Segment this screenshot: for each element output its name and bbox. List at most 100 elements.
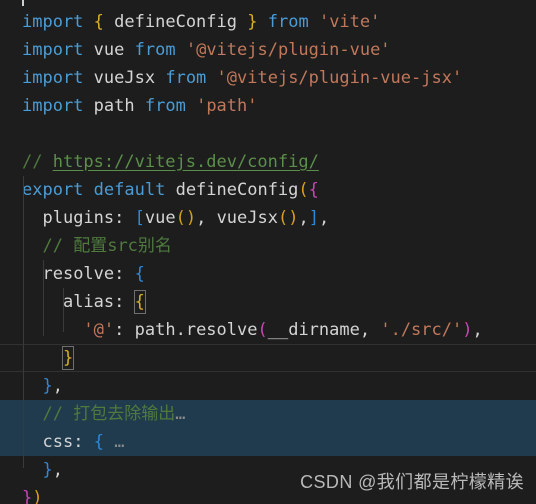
brace-open: { bbox=[308, 180, 319, 200]
brace-open: { bbox=[93, 12, 104, 32]
code-line-comment-url[interactable]: // https://vitejs.dev/config/ bbox=[0, 148, 536, 176]
colon: : bbox=[73, 432, 94, 452]
bracket-open: [ bbox=[134, 208, 145, 228]
code-line-comment-alias[interactable]: // 配置src别名 bbox=[0, 232, 536, 260]
code-line-plugins[interactable]: plugins: [vue(), vueJsx(),], bbox=[0, 204, 536, 232]
property-plugins: plugins bbox=[42, 208, 115, 228]
string-module-plugin-vue-jsx: '@vitejs/plugin-vue-jsx' bbox=[216, 68, 463, 88]
comment-url-link[interactable]: https://vitejs.dev/config/ bbox=[53, 152, 319, 172]
property-css: css bbox=[42, 432, 74, 452]
code-line-alias[interactable]: alias: { bbox=[0, 288, 536, 316]
dot: . bbox=[175, 320, 186, 340]
fold-ellipsis[interactable]: … bbox=[114, 432, 125, 452]
colon: : bbox=[114, 264, 135, 284]
keyword-default: default bbox=[93, 180, 166, 200]
keyword-import: import bbox=[22, 12, 84, 32]
keyword-import: import bbox=[22, 68, 84, 88]
comma: , bbox=[472, 320, 483, 340]
code-line-alias-close[interactable]: } bbox=[0, 344, 536, 372]
arg-src-path: './src/' bbox=[380, 320, 463, 340]
brace-open: { bbox=[134, 264, 145, 284]
keyword-import: import bbox=[22, 40, 84, 60]
code-line-import-vuejsx[interactable]: import vueJsx from '@vitejs/plugin-vue-j… bbox=[0, 64, 536, 92]
identifier-vuejsx: vueJsx bbox=[93, 68, 156, 88]
comment-text-cn: 打包去除输出 bbox=[73, 404, 176, 424]
comment-text-cn: 配置src别名 bbox=[73, 236, 172, 256]
indent-guide-level-2 bbox=[43, 260, 44, 336]
code-line-import-defineconfig[interactable]: import { defineConfig } from 'vite' bbox=[0, 8, 536, 36]
code-line-export-default[interactable]: export default defineConfig({ bbox=[0, 176, 536, 204]
keyword-import: import bbox=[22, 96, 84, 116]
code-content[interactable]: import { defineConfig } from 'vite' impo… bbox=[0, 0, 536, 504]
identifier-path: path bbox=[93, 96, 135, 116]
code-line-resolve-close[interactable]: }, bbox=[0, 372, 536, 400]
identifier-vue: vue bbox=[93, 40, 125, 60]
comma: , bbox=[298, 208, 309, 228]
comment-slashes: // bbox=[42, 404, 74, 424]
brace-close-matched: } bbox=[61, 346, 75, 370]
code-editor[interactable]: import { defineConfig } from 'vite' impo… bbox=[0, 0, 536, 504]
brace-close: } bbox=[42, 460, 53, 480]
paren-close: ) bbox=[462, 320, 473, 340]
paren-open: ( bbox=[257, 320, 268, 340]
paren-close: ) bbox=[32, 488, 43, 504]
string-module-plugin-vue: '@vitejs/plugin-vue' bbox=[185, 40, 391, 60]
object-path: path bbox=[134, 320, 176, 340]
comment-slashes: // bbox=[22, 152, 53, 172]
brace-close: } bbox=[247, 12, 258, 32]
code-line-partial bbox=[0, 0, 536, 8]
fold-ellipsis[interactable]: … bbox=[175, 404, 186, 424]
indent-guide-level-1 bbox=[23, 176, 24, 468]
string-module-vite: 'vite' bbox=[318, 12, 381, 32]
indent-guide-level-3 bbox=[63, 288, 64, 332]
code-line-resolve[interactable]: resolve: { bbox=[0, 260, 536, 288]
code-line-import-path[interactable]: import path from 'path' bbox=[0, 92, 536, 120]
text-caret bbox=[22, 0, 24, 6]
bracket-close: ] bbox=[308, 208, 319, 228]
colon: : bbox=[114, 292, 135, 312]
keyword-from: from bbox=[144, 96, 186, 116]
code-line-comment-build[interactable]: // 打包去除输出… bbox=[0, 400, 536, 428]
separator: , bbox=[359, 320, 381, 340]
arg-dirname: __dirname bbox=[267, 320, 360, 340]
call-parens-2: () bbox=[277, 208, 299, 228]
code-line-alias-entry[interactable]: '@': path.resolve(__dirname, './src/'), bbox=[0, 316, 536, 344]
keyword-from: from bbox=[267, 12, 309, 32]
comma: , bbox=[52, 376, 63, 396]
method-resolve: resolve bbox=[185, 320, 258, 340]
property-resolve: resolve bbox=[42, 264, 115, 284]
csdn-watermark: CSDN @我们都是柠檬精诶 bbox=[300, 472, 524, 492]
brace-open: { bbox=[93, 432, 104, 452]
brace-close: } bbox=[22, 488, 33, 504]
colon: : bbox=[114, 320, 135, 340]
comma: , bbox=[318, 208, 330, 228]
code-line-css[interactable]: css: { … bbox=[0, 428, 536, 456]
keyword-from: from bbox=[134, 40, 176, 60]
colon: : bbox=[114, 208, 135, 228]
code-line-import-vue[interactable]: import vue from '@vitejs/plugin-vue' bbox=[0, 36, 536, 64]
comment-slashes: // bbox=[42, 236, 74, 256]
keyword-from: from bbox=[165, 68, 207, 88]
call-parens-1: () bbox=[175, 208, 197, 228]
function-defineconfig: defineConfig bbox=[175, 180, 299, 200]
plugin-vuejsx: vueJsx bbox=[216, 208, 278, 228]
